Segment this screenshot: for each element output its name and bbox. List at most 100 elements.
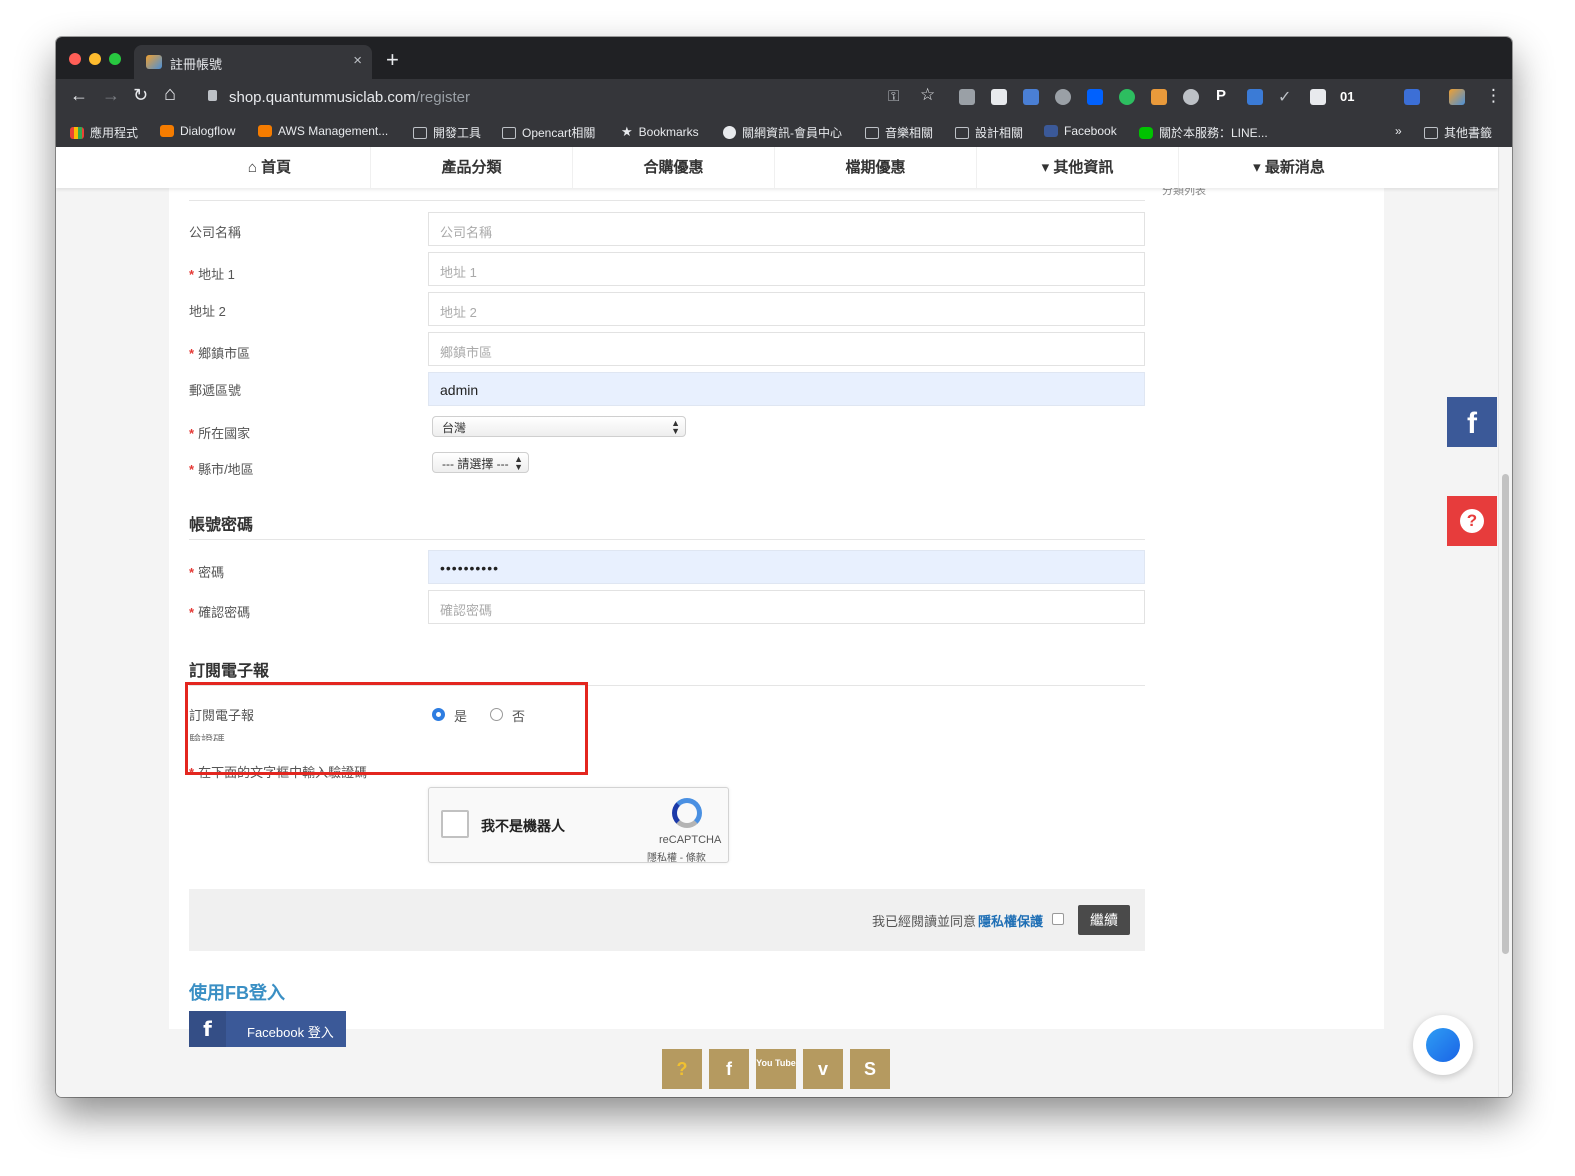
bookmark-apps[interactable]: 應用程式: [70, 124, 138, 141]
company-label: 公司名稱: [189, 225, 242, 240]
recaptcha-checkbox[interactable]: [441, 810, 469, 838]
code-extension-icon[interactable]: [1023, 89, 1039, 105]
side-facebook-button[interactable]: f: [1447, 397, 1497, 447]
web-page: 分類列表 公司名稱 公司名稱 * 地址 1 地址 1 地址 2 地址 2 * 鄉鎮市…: [56, 147, 1512, 1097]
address1-input[interactable]: 地址 1: [428, 252, 1145, 286]
company-input[interactable]: 公司名稱: [428, 212, 1145, 246]
messenger-chat-button[interactable]: [1413, 1015, 1473, 1075]
postcode-input[interactable]: admin: [428, 372, 1145, 406]
bookmark-design[interactable]: 設計相關: [955, 124, 1023, 141]
star-icon: ★: [621, 124, 633, 139]
screenshot-extension-icon[interactable]: [1310, 89, 1326, 105]
nav-item-news[interactable]: ▾ 最新消息: [1179, 147, 1399, 188]
recaptcha-logo-icon: [672, 798, 702, 828]
evernote-extension-icon[interactable]: [1119, 89, 1135, 105]
bookmark-dev-tools[interactable]: 開發工具: [413, 124, 481, 141]
translate-extension-icon[interactable]: [1247, 89, 1263, 105]
footer-help-icon[interactable]: ?: [662, 1049, 702, 1089]
nav-item-home[interactable]: ⌂ 首頁: [169, 147, 371, 188]
camera-extension-icon[interactable]: [959, 89, 975, 105]
reload-button[interactable]: ↻: [133, 85, 148, 106]
chat-extension-icon[interactable]: [1183, 89, 1199, 105]
browser-window: 註冊帳號 × + ← → ↻ ⌂ shop.quantummusiclab.co…: [56, 37, 1512, 1097]
bookmark-dialogflow[interactable]: Dialogflow: [160, 124, 235, 138]
address-bar[interactable]: shop.quantummusiclab.com/register: [196, 83, 940, 111]
bookmark-facebook[interactable]: Facebook: [1044, 124, 1117, 138]
country-select[interactable]: 台灣 ▲ ▼: [432, 416, 686, 437]
address2-input[interactable]: 地址 2: [428, 292, 1145, 326]
postcode-label: 郵遞區號: [189, 383, 242, 398]
bookmark-other[interactable]: 其他書籤: [1424, 124, 1492, 141]
section-divider: [189, 200, 1145, 201]
01-extension-icon[interactable]: 01: [1340, 89, 1354, 104]
select-arrows-icon: ▲ ▼: [671, 418, 680, 436]
download-extension-icon[interactable]: [1055, 89, 1071, 105]
continue-button[interactable]: 繼續: [1078, 905, 1130, 935]
footer-skype-icon[interactable]: S: [850, 1049, 890, 1089]
bookmark-member-center[interactable]: 關網資訊-會員中心: [723, 124, 842, 141]
bookmark-bookmarks[interactable]: ★ Bookmarks: [621, 124, 699, 140]
newsletter-highlight-box: [185, 682, 588, 775]
bookmarks-overflow-button[interactable]: »: [1395, 124, 1402, 138]
nav-item-categories[interactable]: 產品分類: [371, 147, 573, 188]
bookmark-music[interactable]: 音樂相關: [865, 124, 933, 141]
dialogflow-icon: [160, 125, 174, 137]
scrollbar-thumb[interactable]: [1502, 474, 1509, 954]
recaptcha-brand: reCAPTCHA: [659, 834, 722, 846]
fb-login-title: 使用FB登入: [189, 983, 285, 1003]
bookmark-aws[interactable]: AWS Management...: [258, 124, 388, 138]
facebook-login-button[interactable]: f Facebook 登入: [189, 1011, 346, 1047]
url-text: shop.quantummusiclab.com/register: [229, 89, 470, 106]
back-button[interactable]: ←: [70, 85, 88, 106]
forward-button[interactable]: →: [102, 85, 120, 106]
close-tab-icon[interactable]: ×: [353, 52, 362, 69]
minimize-window-button[interactable]: [89, 53, 101, 65]
footer-youtube-icon[interactable]: You Tube: [756, 1049, 796, 1089]
folder-icon: [865, 126, 879, 139]
bookmark-opencart[interactable]: Opencart相關: [502, 124, 595, 141]
browser-toolbar: ← → ↻ ⌂ shop.quantummusiclab.com/registe…: [56, 79, 1512, 115]
profile-avatar[interactable]: [1449, 89, 1465, 105]
footer-vimeo-icon[interactable]: v: [803, 1049, 843, 1089]
graph-extension-icon[interactable]: [1404, 89, 1420, 105]
active-tab[interactable]: 註冊帳號 ×: [134, 45, 372, 79]
home-button[interactable]: ⌂: [164, 83, 176, 106]
footer-facebook-icon[interactable]: f: [709, 1049, 749, 1089]
qr-extension-icon[interactable]: [991, 89, 1007, 105]
check-extension-icon[interactable]: ✓: [1278, 87, 1291, 107]
side-help-button[interactable]: ?: [1447, 496, 1497, 546]
confirm-password-label: * 確認密碼: [189, 605, 251, 620]
privacy-link[interactable]: 隱私權保護: [978, 911, 1043, 930]
smart-extension-icon[interactable]: [1151, 89, 1167, 105]
facebook-icon: [1044, 125, 1058, 137]
recaptcha-widget: 我不是機器人 reCAPTCHA 隱私權 - 條款: [428, 787, 729, 864]
maximize-window-button[interactable]: [109, 53, 121, 65]
site-top-nav: ⌂ 首頁 產品分類 合購優惠 檔期優惠 ▾ 其他資訊 ▾ 最新消息: [56, 147, 1498, 188]
p-extension-icon[interactable]: P: [1216, 87, 1226, 104]
new-tab-button[interactable]: +: [386, 47, 399, 73]
dropbox-extension-icon[interactable]: [1087, 89, 1103, 105]
line-icon: [1139, 126, 1153, 139]
apps-grid-icon: [70, 126, 84, 139]
page-scrollbar[interactable]: [1498, 147, 1512, 1097]
address2-label: 地址 2: [189, 304, 226, 319]
nav-item-promotions[interactable]: 檔期優惠: [775, 147, 977, 188]
confirm-password-input[interactable]: 確認密碼: [428, 590, 1145, 624]
nav-item-group-buy[interactable]: 合購優惠: [573, 147, 775, 188]
folder-icon: [502, 126, 516, 139]
folder-icon: [955, 126, 969, 139]
zone-select[interactable]: --- 請選擇 --- ▲ ▼: [432, 452, 529, 473]
bookmarks-bar: 應用程式 Dialogflow AWS Management... 開發工具 O…: [56, 115, 1512, 147]
bookmark-star-icon[interactable]: ☆: [920, 85, 935, 105]
globe-icon: [723, 126, 736, 139]
bookmark-line[interactable]: 關於本服務：LINE...: [1139, 124, 1268, 141]
required-mark: *: [189, 462, 195, 477]
nav-item-other-info[interactable]: ▾ 其他資訊: [977, 147, 1179, 188]
close-window-button[interactable]: [69, 53, 81, 65]
key-icon[interactable]: ⚿: [888, 88, 899, 105]
agree-checkbox[interactable]: [1052, 913, 1064, 925]
chrome-menu-icon[interactable]: ⋮: [1485, 86, 1502, 106]
recaptcha-terms-link[interactable]: 隱私權 - 條款: [647, 849, 706, 864]
city-input[interactable]: 鄉鎮市區: [428, 332, 1145, 366]
password-input[interactable]: ••••••••••: [428, 550, 1145, 584]
